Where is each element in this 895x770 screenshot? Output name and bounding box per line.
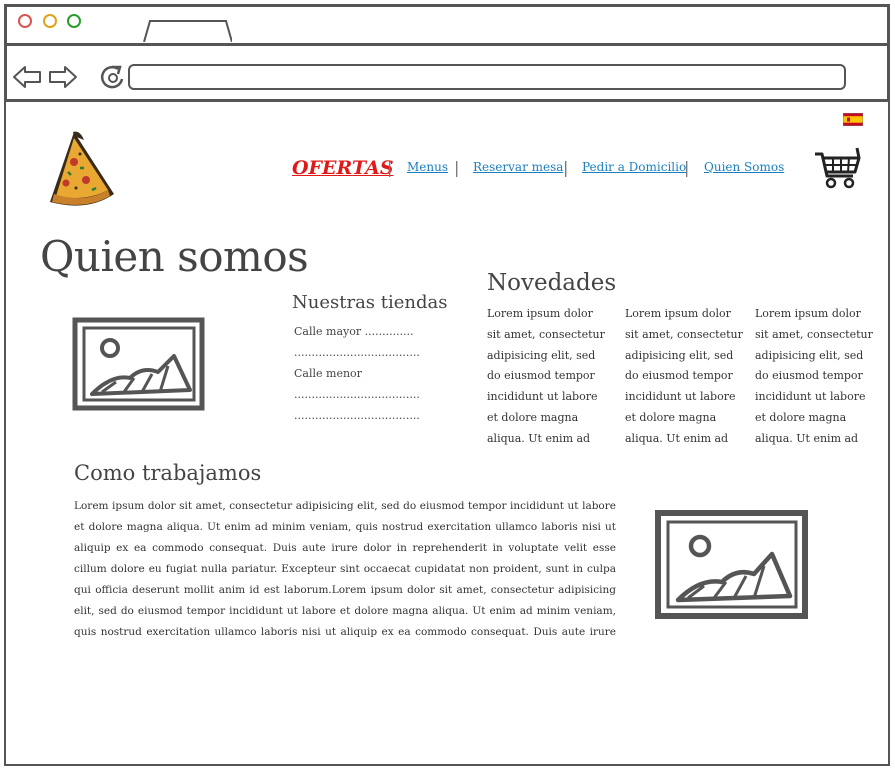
- nav-separator: |: [563, 158, 569, 177]
- news-heading: Novedades: [487, 270, 617, 296]
- nav-reservar-mesa[interactable]: Reservar mesa: [473, 160, 563, 174]
- stores-heading: Nuestras tiendas: [292, 292, 448, 313]
- page-title: Quien somos: [40, 232, 309, 281]
- news-column: Lorem ipsum dolor sit amet, consectetur …: [755, 307, 873, 454]
- store-line: Calle mayor ..............: [294, 325, 414, 338]
- store-line: ....................................: [294, 346, 420, 359]
- nav-separator: |: [387, 158, 393, 177]
- news-column: Lorem ipsum dolor sit amet, consectetur …: [487, 307, 605, 454]
- forward-icon[interactable]: [48, 64, 78, 90]
- reload-icon[interactable]: [98, 63, 126, 91]
- cart-icon[interactable]: [813, 146, 863, 190]
- maximize-window-button[interactable]: [67, 14, 81, 28]
- news-column: Lorem ipsum dolor sit amet, consectetur …: [625, 307, 743, 454]
- nav-separator: |: [454, 158, 460, 177]
- browser-tab[interactable]: [142, 18, 232, 42]
- nav-menus[interactable]: Menus: [407, 160, 448, 174]
- pizza-logo-icon[interactable]: [44, 128, 118, 210]
- image-placeholder-icon: [72, 317, 205, 411]
- store-line: Calle menor: [294, 367, 362, 380]
- how-text: Lorem ipsum dolor sit amet, consectetur …: [74, 500, 616, 638]
- nav-quien-somos[interactable]: Quien Somos: [704, 160, 784, 174]
- nav-ofertas[interactable]: OFERTAS: [292, 157, 394, 179]
- minimize-window-button[interactable]: [43, 14, 57, 28]
- back-icon[interactable]: [12, 64, 42, 90]
- store-line: ....................................: [294, 388, 420, 401]
- image-placeholder-icon: [655, 510, 808, 619]
- store-line: ....................................: [294, 409, 420, 422]
- nav-separator: |: [684, 158, 690, 177]
- address-bar[interactable]: [128, 64, 846, 90]
- how-heading: Como trabajamos: [74, 461, 262, 485]
- spain-flag-icon[interactable]: [843, 113, 863, 126]
- nav-pedir-domicilio[interactable]: Pedir a Domicilio: [582, 160, 686, 174]
- close-window-button[interactable]: [18, 14, 32, 28]
- title-bar: [4, 4, 890, 46]
